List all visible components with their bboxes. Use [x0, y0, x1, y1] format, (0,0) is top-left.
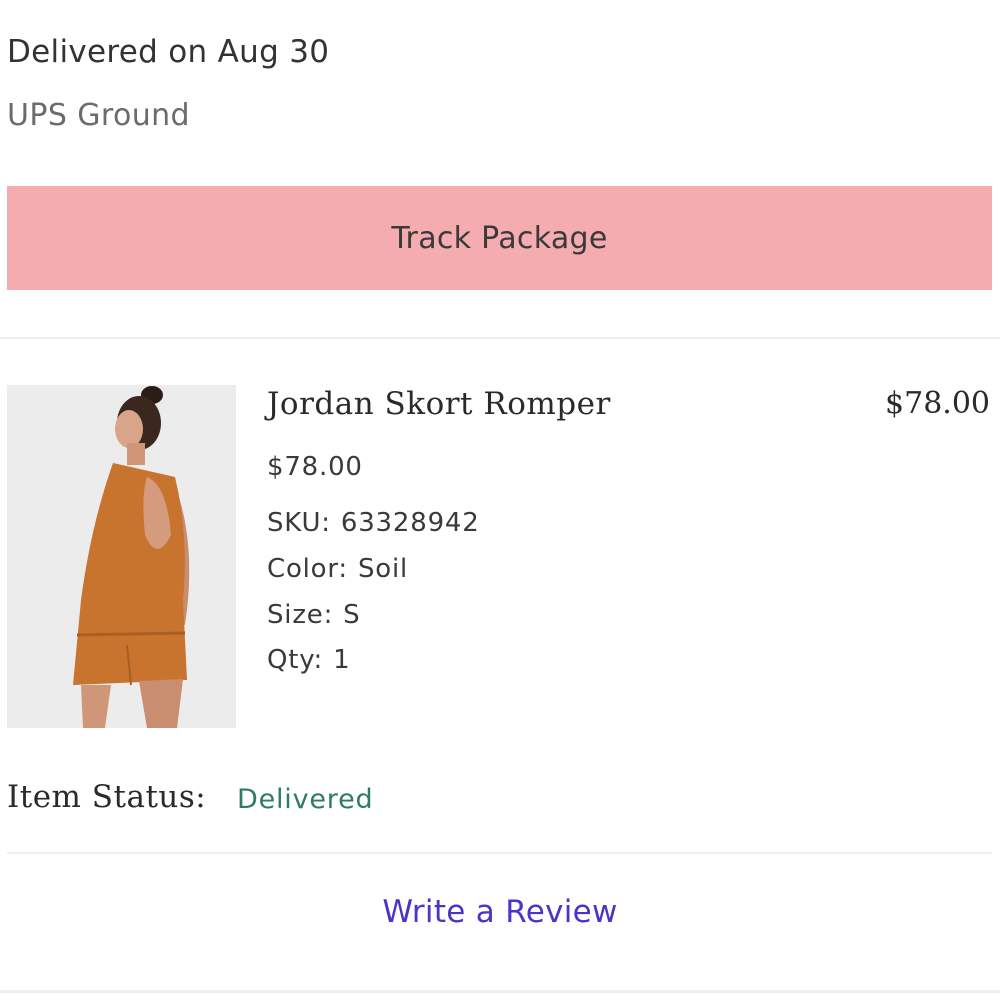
section-divider — [0, 337, 1000, 339]
unit-price: $78.00 — [267, 452, 363, 482]
write-review-link[interactable]: Write a Review — [0, 894, 1000, 930]
sku-value: 63328942 — [340, 508, 480, 538]
color-label: Color: — [267, 554, 348, 584]
product-name-link[interactable]: Jordan Skort Romper — [267, 386, 611, 422]
sku-row: SKU: 63328942 — [267, 508, 480, 538]
color-row: Color: Soil — [267, 554, 408, 584]
size-row: Size: S — [267, 600, 360, 630]
track-package-button[interactable]: Track Package — [7, 186, 992, 290]
product-photo-illustration — [7, 385, 236, 728]
size-value: S — [343, 600, 361, 630]
sku-label: SKU: — [267, 508, 331, 538]
delivery-status-heading: Delivered on Aug 30 — [7, 34, 330, 70]
line-total-price: $78.00 — [885, 386, 990, 421]
qty-label: Qty: — [267, 645, 324, 675]
qty-value: 1 — [333, 645, 351, 675]
size-label: Size: — [267, 600, 334, 630]
item-status-value: Delivered — [237, 784, 374, 815]
color-value: Soil — [358, 554, 409, 584]
item-status-label: Item Status: — [7, 779, 207, 815]
section-divider — [7, 852, 992, 854]
product-image[interactable] — [7, 385, 236, 728]
order-item-page: Delivered on Aug 30 UPS Ground Track Pac… — [0, 0, 1000, 1000]
qty-row: Qty: 1 — [267, 645, 350, 675]
section-divider — [0, 990, 1000, 993]
shipping-carrier: UPS Ground — [7, 98, 190, 133]
